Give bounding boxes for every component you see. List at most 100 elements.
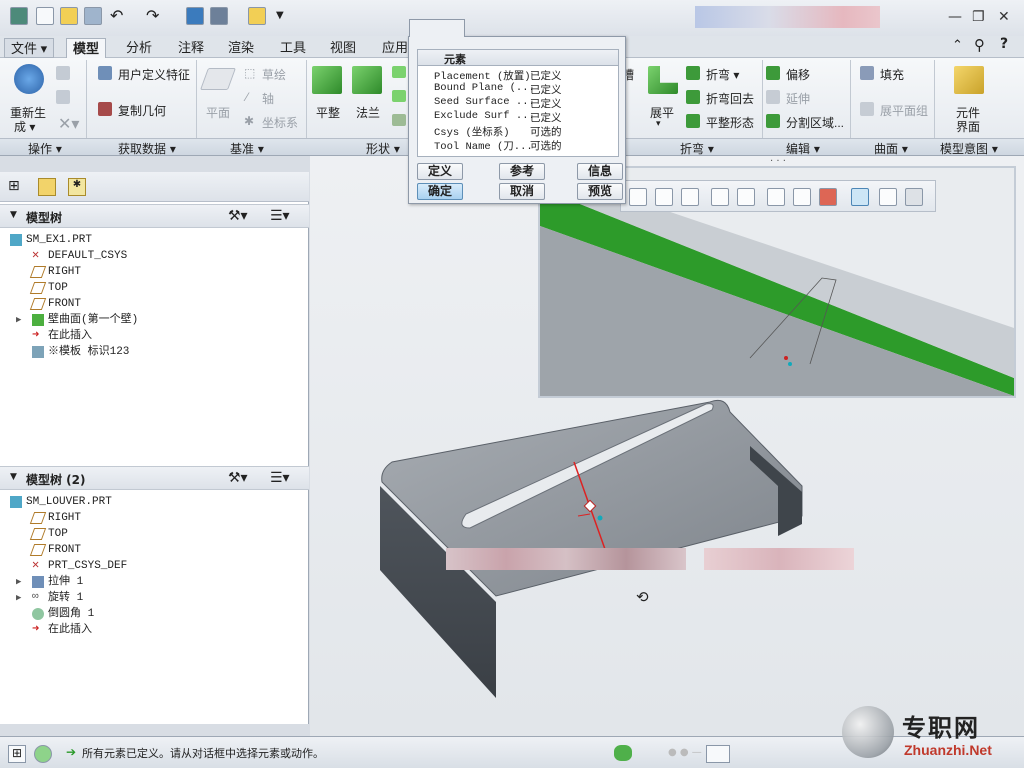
flatten-icon[interactable] [312,66,342,94]
unbend-icon[interactable] [648,66,678,94]
sketch-icon[interactable]: ⬚ [244,66,255,80]
cancel-button[interactable]: 取消 [499,183,545,200]
favorites-tab-icon[interactable]: ✱ [68,178,86,196]
fill-button[interactable]: 填充 [880,66,904,83]
tree-item[interactable]: FRONT [29,542,81,558]
tab-model[interactable]: 模型 [66,38,107,58]
shape-small-icon-2[interactable] [392,90,406,102]
paste-icon[interactable] [56,90,70,104]
expand-arrow-icon[interactable]: ▶ [16,312,21,328]
tree-item[interactable]: ※模板 标识123 [32,344,129,360]
collapse-arrow-icon[interactable]: ▼ [10,472,17,482]
copy-geometry-button[interactable]: 复制几何 [118,102,166,119]
redo-icon[interactable]: ↷ [146,6,164,25]
regenerate-icon[interactable] [186,7,204,25]
element-name[interactable]: Bound Plane (... [434,82,535,94]
plane-icon[interactable] [199,68,237,90]
element-name[interactable]: Seed Surface ... [434,96,535,108]
tree-item[interactable]: ✕ PRT_CSYS_DEF [32,558,127,574]
group-shapes[interactable]: 形状 ▾ [366,140,400,157]
user-defined-feature-button[interactable]: 用户定义特征 [118,66,190,83]
windows-icon[interactable] [210,7,228,25]
customize-toolbar-icon[interactable]: ▼ [276,10,294,28]
refs-button[interactable]: 参考 [499,163,545,180]
bend-back-icon[interactable] [686,90,700,104]
zoom-in-icon[interactable] [655,188,673,206]
define-button[interactable]: 定义 [417,163,463,180]
copy-icon[interactable] [56,66,70,80]
flatten-button[interactable]: 平整 [316,104,340,121]
save-icon[interactable] [84,7,102,25]
offset-button[interactable]: 偏移 [786,66,810,83]
shape-small-icon-3[interactable] [392,114,406,126]
tab-render[interactable]: 渲染 [222,38,260,58]
csys-button[interactable]: 坐标系 [262,114,298,131]
split-area-icon[interactable] [766,114,780,128]
tree-item[interactable]: 倒圆角 1 [32,606,94,622]
view-manager-icon[interactable] [793,188,811,206]
preview-button[interactable]: 预览 [577,183,623,200]
bend-button[interactable]: 折弯 ▾ [706,66,739,83]
feature-dialog[interactable]: 元素 Placement (放置) 已定义 Bound Plane (... 已… [408,19,626,204]
expand-arrow-icon[interactable]: ▶ [16,590,21,606]
tab-file[interactable]: 文件 ▾ [4,38,55,58]
split-area-button[interactable]: 分割区域... [786,114,844,131]
browser-toggle-icon[interactable] [34,745,52,763]
minimize-icon[interactable]: — [948,9,962,25]
offset-icon[interactable] [766,66,780,80]
search-icon[interactable]: ⚲ [974,36,985,54]
fill-icon[interactable] [860,66,874,80]
tree-item[interactable]: RIGHT [29,510,81,526]
tree-item[interactable]: TOP [29,280,68,296]
new-file-icon[interactable] [36,7,54,25]
copy-geometry-icon[interactable] [98,102,112,116]
ok-button[interactable]: 确定 [417,183,463,200]
element-name[interactable]: Exclude Surf ... [434,110,535,122]
element-name[interactable]: Placement (放置) [434,68,531,83]
flange-button[interactable]: 法兰 [356,104,380,121]
element-name[interactable]: Csys (坐标系) [434,124,510,139]
csys-display-icon[interactable] [851,188,869,206]
refit-icon[interactable] [629,188,647,206]
flat-form-button[interactable]: 平整形态 [706,114,754,131]
plane-button[interactable]: 平面 [206,104,230,121]
tree-item[interactable]: TOP [29,526,68,542]
tree-item[interactable]: SM_EX1.PRT [10,232,92,248]
unbend-button[interactable]: 展平 [650,104,674,121]
group-get-data[interactable]: 获取数据 ▾ [118,140,176,157]
collapse-ribbon-icon[interactable]: ⌃ [952,38,963,53]
unbend-dropdown-icon[interactable]: ▾ [656,118,661,129]
tab-tools[interactable]: 工具 [274,38,312,58]
tree-settings-icon[interactable]: ⚒▾ [228,208,248,224]
tree-item[interactable]: ➜ 在此插入 [32,622,92,638]
tree-item[interactable]: SM_LOUVER.PRT [10,494,112,510]
show-options-icon[interactable]: ☰▾ [270,470,290,486]
tree-item[interactable]: ✕ DEFAULT_CSYS [32,248,127,264]
extend-icon[interactable] [766,90,780,104]
tree-item[interactable]: ▶ ∞ 旋转 1 [16,590,83,606]
bend-back-button[interactable]: 折弯回去 [706,90,754,107]
expand-arrow-icon[interactable]: ▶ [16,574,21,590]
tree-item[interactable]: ➜ 在此插入 [32,328,92,344]
tree-item[interactable]: ▶ 拉伸 1 [16,574,83,590]
close-icon[interactable]: ✕ [998,9,1010,25]
zoom-out-icon[interactable] [681,188,699,206]
drag-handle[interactable]: · · · [770,156,786,167]
group-operations[interactable]: 操作 ▾ [28,140,62,157]
group-bends[interactable]: 折弯 ▾ [680,140,714,157]
regenerate-label-2[interactable]: 成 ▾ [14,118,35,135]
collapse-arrow-icon[interactable]: ▼ [10,210,17,220]
regenerate-big-icon[interactable] [14,64,44,94]
repaint-icon[interactable] [711,188,729,206]
tree-item[interactable]: FRONT [29,296,81,312]
shape-small-icon-1[interactable] [392,66,406,78]
sketch-button[interactable]: 草绘 [262,66,286,83]
restore-icon[interactable]: ❐ [972,9,985,25]
selection-filter-icon[interactable] [706,745,730,763]
show-options-icon[interactable]: ☰▾ [270,208,290,224]
flat-form-icon[interactable] [686,114,700,128]
saved-views-icon[interactable] [767,188,785,206]
folder-browser-tab-icon[interactable] [38,178,56,196]
close-window-icon[interactable] [248,7,266,25]
help-icon[interactable]: ? [1000,36,1008,52]
